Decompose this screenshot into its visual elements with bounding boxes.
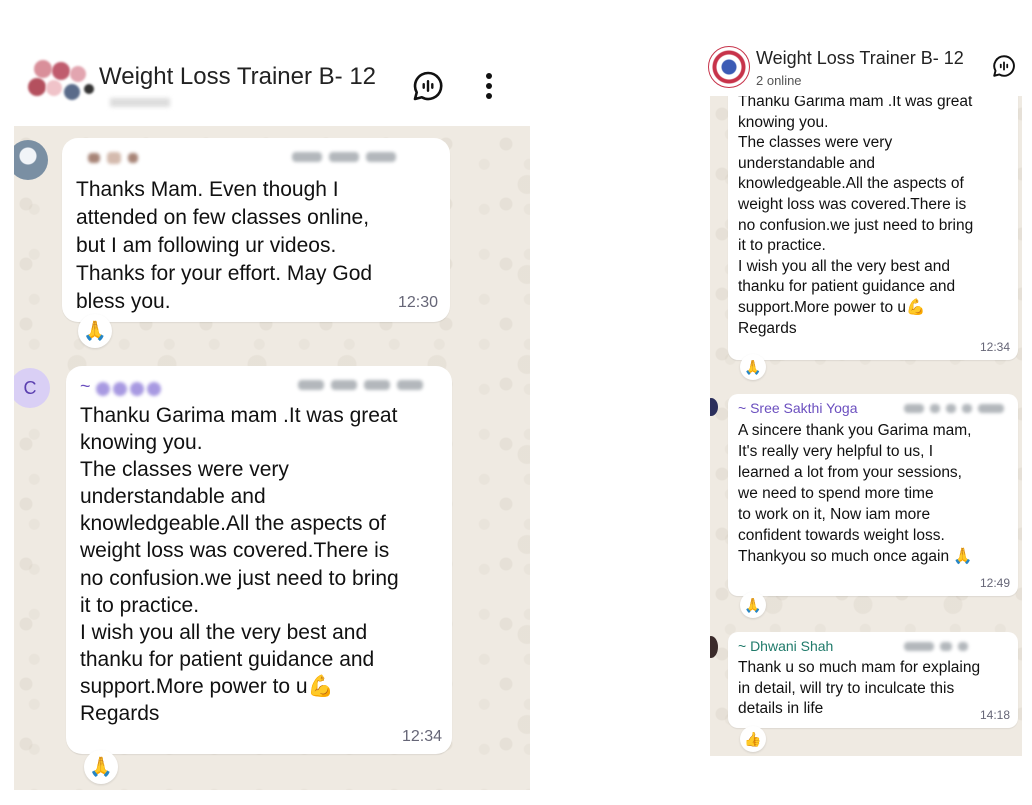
reaction-badge[interactable]: 🙏 [740, 592, 766, 618]
sender-name-blurred [96, 382, 161, 396]
reaction-emoji: 🙏 [89, 757, 113, 778]
sender-avatar[interactable]: C [14, 368, 50, 408]
sender-phone-blurred [904, 404, 1004, 413]
chat-header: Weight Loss Trainer B- 12 2 online [700, 40, 1032, 96]
message-bubble[interactable]: ~ Sree Sakthi Yoga A sincere thank you G… [728, 394, 1018, 596]
left-chat-screenshot: Weight Loss Trainer B- 12 Thanks Mam. Ev… [0, 0, 530, 805]
sender-phone-blurred [298, 380, 423, 390]
sender-name-blurred [88, 152, 138, 164]
sender-avatar[interactable] [710, 636, 718, 658]
reaction-emoji: 🙏 [744, 358, 762, 375]
sender-phone-blurred [292, 152, 396, 162]
chat-title: Weight Loss Trainer B- 12 [99, 63, 377, 90]
online-status: 2 online [756, 73, 802, 88]
message-list[interactable]: Thanks Mam. Even though I attended on fe… [14, 126, 530, 790]
voice-chat-icon[interactable] [990, 52, 1018, 80]
message-bubble[interactable]: ~ Thanku Garima mam .It was great knowin… [66, 366, 452, 754]
message-bubble[interactable]: Thanku Garima mam .It was great knowing … [728, 96, 1018, 360]
message-bubble[interactable]: Thanks Mam. Even though I attended on fe… [62, 138, 450, 322]
sender-prefix: ~ [80, 376, 91, 396]
voice-chat-icon[interactable] [410, 68, 446, 104]
message-time: 12:34 [979, 340, 1010, 354]
right-chat-screenshot: Weight Loss Trainer B- 12 2 online Thank… [700, 0, 1032, 805]
message-time: 14:18 [979, 708, 1010, 722]
reaction-badge[interactable]: 🙏 [84, 750, 118, 784]
message-text: Thank u so much mam for explaing in deta… [738, 659, 981, 717]
sender-name[interactable]: ~ Sree Sakthi Yoga [738, 400, 858, 416]
message-text: Thanku Garima mam .It was great knowing … [80, 404, 399, 726]
sender-name[interactable]: ~ Dhwani Shah [738, 638, 833, 654]
chat-header: Weight Loss Trainer B- 12 [0, 40, 530, 126]
message-text: Thanku Garima mam .It was great knowing … [738, 96, 974, 337]
group-avatar-icon[interactable] [708, 46, 750, 88]
reaction-badge[interactable]: 🙏 [78, 314, 112, 348]
sender-phone-blurred [904, 642, 968, 651]
message-time: 12:30 [397, 294, 438, 311]
message-list[interactable]: Thanku Garima mam .It was great knowing … [710, 96, 1022, 756]
message-text: A sincere thank you Garima mam, It's rea… [738, 422, 973, 565]
message-time: 12:49 [979, 576, 1010, 590]
more-vertical-icon[interactable] [474, 68, 504, 104]
message-text: Thanks Mam. Even though I attended on fe… [76, 178, 373, 313]
chat-title: Weight Loss Trainer B- 12 [756, 48, 964, 68]
sender-avatar[interactable] [710, 398, 718, 416]
message-bubble[interactable]: ~ Dhwani Shah Thank u so much mam for ex… [728, 632, 1018, 728]
subtitle-blurred [110, 98, 170, 107]
reaction-emoji: 🙏 [744, 596, 762, 613]
avatar-initial: C [23, 377, 37, 398]
reaction-badge[interactable]: 👍 [740, 726, 766, 752]
reaction-emoji: 👍 [744, 730, 762, 747]
reaction-emoji: 🙏 [83, 321, 107, 342]
sender-avatar[interactable] [14, 140, 48, 180]
message-time: 12:34 [401, 728, 442, 745]
reaction-badge[interactable]: 🙏 [740, 354, 766, 380]
group-avatar-icon[interactable] [24, 60, 104, 110]
